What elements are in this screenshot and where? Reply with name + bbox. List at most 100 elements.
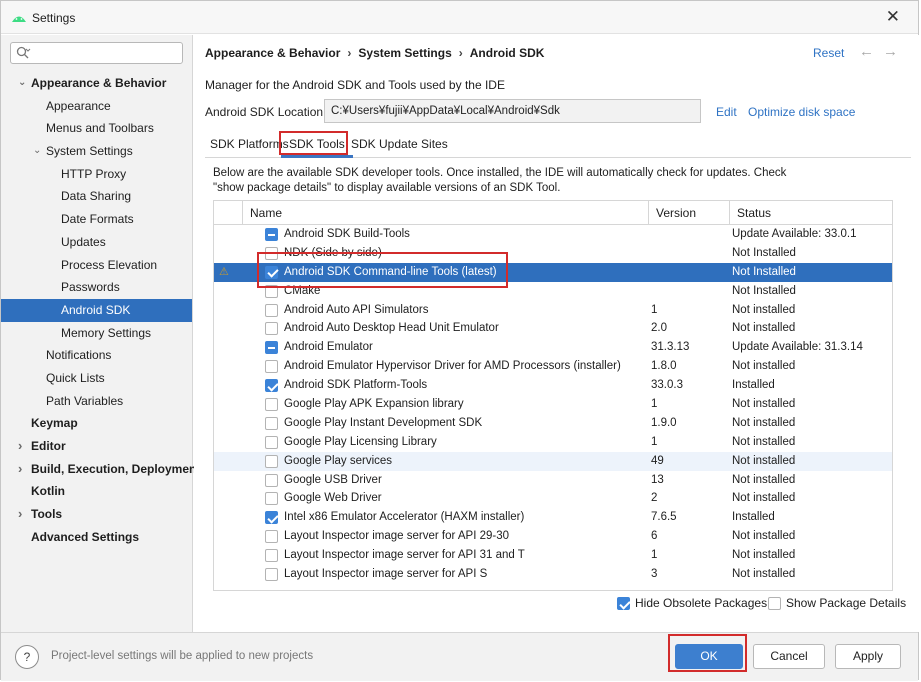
apply-button[interactable]: Apply	[835, 644, 901, 669]
table-row[interactable]: Layout Inspector image server for API 29…	[214, 527, 892, 546]
sidebar-item-path-variables[interactable]: Path Variables	[1, 390, 192, 413]
column-status[interactable]: Status	[737, 206, 771, 220]
sidebar-item-tools[interactable]: › Tools	[1, 503, 192, 526]
show-details-checkbox[interactable]	[768, 597, 781, 610]
row-checkbox[interactable]	[265, 360, 278, 374]
ok-button[interactable]: OK	[675, 644, 743, 669]
sidebar-item-android-sdk[interactable]: Android SDK	[1, 298, 192, 322]
sidebar-item-label: Menus and Toolbars	[46, 121, 154, 136]
row-checkbox[interactable]	[265, 568, 278, 582]
chevron-down-icon[interactable]: ⌄	[33, 140, 41, 163]
chevron-right-icon[interactable]: ›	[18, 458, 22, 481]
sidebar-item-label: Passwords	[61, 280, 120, 295]
row-checkbox[interactable]	[265, 341, 278, 355]
row-checkbox[interactable]	[265, 435, 278, 449]
sidebar-item-menus-and-toolbars[interactable]: Menus and Toolbars	[1, 117, 192, 140]
sidebar-item-appearance[interactable]: Appearance	[1, 95, 192, 118]
table-row[interactable]: Android Auto Desktop Head Unit Emulator 2…	[214, 319, 892, 338]
row-checkbox[interactable]	[265, 416, 278, 430]
row-checkbox[interactable]	[265, 246, 278, 260]
table-row[interactable]: Google Play services 49 Not installed	[214, 451, 892, 471]
table-row[interactable]: CMake Not Installed	[214, 282, 892, 301]
column-version[interactable]: Version	[656, 206, 696, 220]
table-row[interactable]: Layout Inspector image server for API 31…	[214, 546, 892, 565]
column-name[interactable]: Name	[250, 206, 282, 220]
table-row[interactable]: ⚠ Android SDK Command-line Tools (latest)…	[214, 262, 892, 282]
table-row[interactable]: Android Auto API Simulators 1 Not installe…	[214, 301, 892, 320]
sidebar-item-keymap[interactable]: Keymap	[1, 412, 192, 435]
table-row[interactable]: Android Emulator Hypervisor Driver for A…	[214, 357, 892, 376]
optimize-disk-space-link[interactable]: Optimize disk space	[748, 105, 855, 119]
close-icon[interactable]: ✕	[886, 8, 900, 26]
row-checkbox[interactable]	[265, 549, 278, 563]
sdk-location-field[interactable]: C:¥Users¥fujii¥AppData¥Local¥Android¥Sdk	[324, 99, 701, 123]
table-row[interactable]: Google Play APK Expansion library 1 Not in…	[214, 395, 892, 414]
row-checkbox[interactable]	[265, 265, 278, 279]
sdk-location-label: Android SDK Location:	[205, 105, 327, 119]
hide-obsolete-checkbox[interactable]	[617, 597, 630, 610]
breadcrumb-item[interactable]: Appearance & Behavior	[205, 46, 340, 60]
table-row[interactable]: Google Play Instant Development SDK 1.9.0…	[214, 414, 892, 433]
row-checkbox[interactable]	[265, 530, 278, 544]
sidebar-item-data-sharing[interactable]: Data Sharing	[1, 185, 192, 208]
reset-link[interactable]: Reset	[813, 46, 844, 60]
row-checkbox[interactable]	[265, 322, 278, 336]
forward-arrow-icon[interactable]: →	[883, 43, 898, 60]
sidebar-item-system-settings[interactable]: ⌄ System Settings	[1, 140, 192, 163]
help-icon[interactable]: ?	[15, 645, 39, 669]
sidebar-item-memory-settings[interactable]: Memory Settings	[1, 322, 192, 345]
sidebar-item-kotlin[interactable]: Kotlin	[1, 480, 192, 503]
tab-sdk-tools[interactable]: SDK Tools	[289, 137, 345, 151]
sidebar-item-quick-lists[interactable]: Quick Lists	[1, 367, 192, 390]
breadcrumb-item[interactable]: System Settings	[358, 46, 451, 60]
row-checkbox[interactable]	[265, 473, 278, 487]
sidebar-item-process-elevation[interactable]: Process Elevation	[1, 254, 192, 277]
chevron-right-icon[interactable]: ›	[18, 503, 22, 526]
sidebar-item-http-proxy[interactable]: HTTP Proxy	[1, 163, 192, 186]
show-details-label: Show Package Details	[786, 596, 907, 610]
table-row[interactable]: Google Web Driver 2 Not installed	[214, 489, 892, 508]
chevron-right-icon[interactable]: ›	[18, 435, 22, 458]
table-row[interactable]: Google USB Driver 13 Not installed	[214, 471, 892, 490]
row-checkbox[interactable]	[265, 454, 278, 468]
row-checkbox[interactable]	[265, 284, 278, 298]
back-arrow-icon[interactable]: ←	[859, 43, 874, 60]
info-line: "show package details" to display availa…	[213, 182, 561, 194]
cell-name: Intel x86 Emulator Accelerator (HAXM ins…	[284, 511, 525, 524]
sidebar-item-date-formats[interactable]: Date Formats	[1, 208, 192, 231]
table-row[interactable]: Google Play Licensing Library 1 Not instal…	[214, 433, 892, 452]
sidebar-item-updates[interactable]: Updates	[1, 231, 192, 254]
chevron-down-icon[interactable]: ⌄	[18, 72, 26, 95]
cell-name: Layout Inspector image server for API 29…	[284, 530, 510, 543]
sidebar-item-notifications[interactable]: Notifications	[1, 344, 192, 367]
sidebar-item-editor[interactable]: › Editor	[1, 435, 192, 458]
row-checkbox[interactable]	[265, 303, 278, 317]
table-row[interactable]: Android SDK Platform-Tools 33.0.3 Installe…	[214, 376, 892, 395]
sidebar-item-advanced-settings[interactable]: Advanced Settings	[1, 526, 192, 549]
tab-sdk-update-sites[interactable]: SDK Update Sites	[351, 137, 448, 151]
sidebar-item-build-execution-deployment[interactable]: › Build, Execution, Deployment	[1, 458, 200, 481]
sidebar-item-passwords[interactable]: Passwords	[1, 276, 192, 299]
cell-status: Not installed	[732, 416, 796, 429]
table-row[interactable]: Intel x86 Emulator Accelerator (HAXM ins…	[214, 508, 892, 527]
row-checkbox[interactable]	[265, 379, 278, 393]
edit-link[interactable]: Edit	[716, 105, 737, 119]
table-row[interactable]: NDK (Side by side) Not Installed	[214, 244, 892, 263]
breadcrumb-item: Android SDK	[469, 46, 545, 60]
tab-sdk-platforms[interactable]: SDK Platforms	[210, 137, 289, 151]
table-row[interactable]: Layout Inspector image server for API S 3…	[214, 565, 892, 584]
row-checkbox[interactable]	[265, 228, 278, 241]
cell-version: 13	[651, 473, 664, 486]
settings-search[interactable]	[10, 42, 183, 64]
cancel-button[interactable]: Cancel	[753, 644, 825, 669]
row-checkbox[interactable]	[265, 398, 278, 412]
settings-window: Settings ✕ ⌄ Appearance & Behavior Appeara…	[0, 0, 919, 681]
cell-version: 33.0.3	[651, 379, 683, 392]
row-checkbox[interactable]	[265, 492, 278, 506]
table-row[interactable]: Android SDK Build-Tools Update Available:…	[214, 225, 892, 244]
row-checkbox[interactable]	[265, 511, 278, 525]
sidebar-item-appearance-behavior[interactable]: ⌄ Appearance & Behavior	[1, 72, 192, 95]
search-input[interactable]	[33, 45, 178, 61]
table-row[interactable]: Android Emulator 31.3.13 Update Available:…	[214, 338, 892, 357]
cell-name: Android Emulator	[284, 341, 373, 354]
